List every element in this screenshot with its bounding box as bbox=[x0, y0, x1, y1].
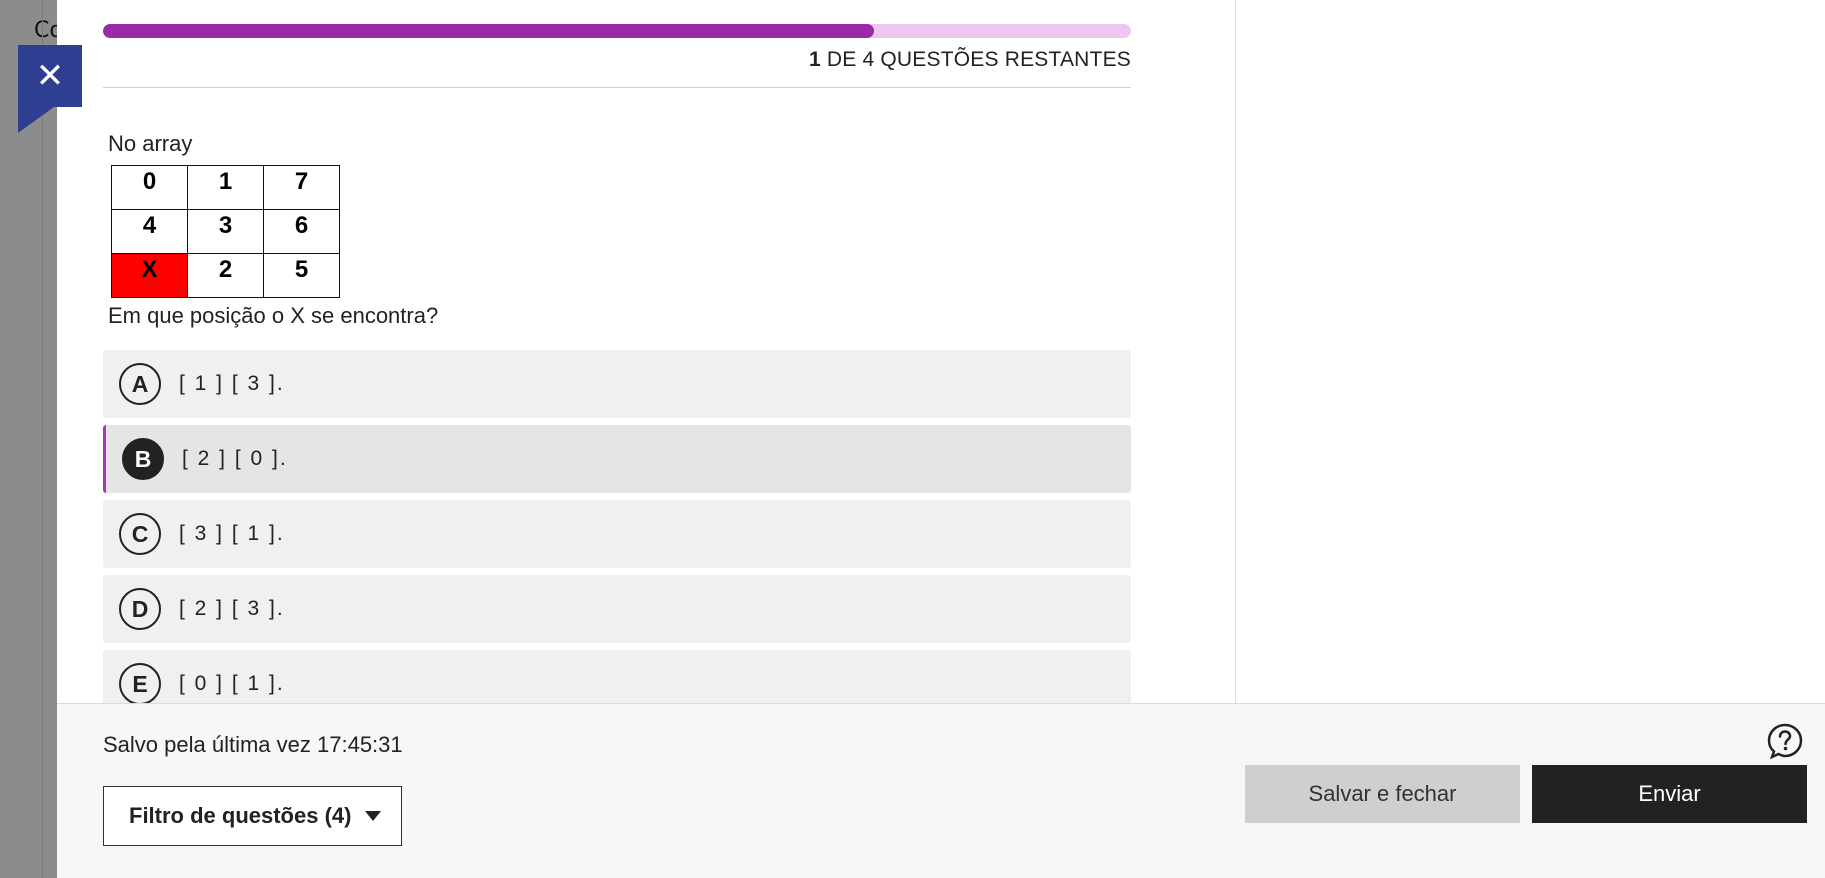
grid-row: 4 3 6 bbox=[111, 209, 340, 254]
caret-down-icon bbox=[365, 811, 382, 821]
grid-cell: 2 bbox=[187, 253, 264, 298]
question-filter-dropdown[interactable]: Filtro de questões (4) bbox=[103, 786, 402, 846]
progress-bar bbox=[103, 24, 1131, 38]
option-text: [ 1 ] [ 3 ]. bbox=[179, 372, 285, 395]
submit-button[interactable]: Enviar bbox=[1532, 765, 1807, 823]
answer-option-c[interactable]: C [ 3 ] [ 1 ]. bbox=[103, 500, 1131, 568]
grid-cell: 3 bbox=[187, 209, 264, 254]
grid-cell: 6 bbox=[263, 209, 340, 254]
grid-cell: 4 bbox=[111, 209, 188, 254]
option-letter: B bbox=[122, 438, 164, 480]
option-letter: C bbox=[119, 513, 161, 555]
remaining-rest: DE 4 QUESTÕES RESTANTES bbox=[820, 48, 1131, 71]
header-divider bbox=[103, 87, 1131, 88]
answer-option-b[interactable]: B [ 2 ] [ 0 ]. bbox=[103, 425, 1131, 493]
grid-cell: 0 bbox=[111, 165, 188, 210]
array-grid: 0 1 7 4 3 6 X 2 5 bbox=[111, 165, 340, 298]
option-text: [ 0 ] [ 1 ]. bbox=[179, 672, 285, 695]
answer-option-a[interactable]: A [ 1 ] [ 3 ]. bbox=[103, 350, 1131, 418]
last-saved-text: Salvo pela última vez 17:45:31 bbox=[103, 732, 403, 757]
grid-cell: 1 bbox=[187, 165, 264, 210]
grid-row: X 2 5 bbox=[111, 253, 340, 298]
help-question-icon[interactable] bbox=[1766, 722, 1804, 760]
grid-cell-highlighted: X bbox=[111, 253, 188, 298]
close-icon: ✕ bbox=[35, 56, 65, 96]
question-intro: No array bbox=[108, 131, 193, 156]
progress-bar-fill bbox=[103, 24, 874, 38]
panel-divider bbox=[1235, 0, 1236, 703]
save-and-close-button[interactable]: Salvar e fechar bbox=[1245, 765, 1520, 823]
assessment-panel: 1 DE 4 QUESTÕES RESTANTES No array 0 1 7… bbox=[57, 0, 1825, 878]
answer-option-d[interactable]: D [ 2 ] [ 3 ]. bbox=[103, 575, 1131, 643]
option-letter: A bbox=[119, 363, 161, 405]
grid-row: 0 1 7 bbox=[111, 165, 340, 210]
option-text: [ 2 ] [ 3 ]. bbox=[179, 597, 285, 620]
question-filter-label: Filtro de questões (4) bbox=[129, 803, 352, 828]
grid-cell: 5 bbox=[263, 253, 340, 298]
question-area: 1 DE 4 QUESTÕES RESTANTES No array 0 1 7… bbox=[103, 0, 1133, 703]
option-text: [ 3 ] [ 1 ]. bbox=[179, 522, 285, 545]
close-panel-button[interactable]: ✕ bbox=[18, 45, 82, 107]
option-text: [ 2 ] [ 0 ]. bbox=[182, 447, 288, 470]
answer-option-e[interactable]: E [ 0 ] [ 1 ]. bbox=[103, 650, 1131, 703]
grid-cell: 7 bbox=[263, 165, 340, 210]
remaining-current: 1 bbox=[808, 48, 821, 71]
option-letter: E bbox=[119, 663, 161, 703]
question-prompt: Em que posição o X se encontra? bbox=[108, 303, 439, 328]
remaining-questions: 1 DE 4 QUESTÕES RESTANTES bbox=[809, 48, 1131, 72]
option-letter: D bbox=[119, 588, 161, 630]
footer-bar: Salvo pela última vez 17:45:31 Filtro de… bbox=[57, 703, 1825, 878]
